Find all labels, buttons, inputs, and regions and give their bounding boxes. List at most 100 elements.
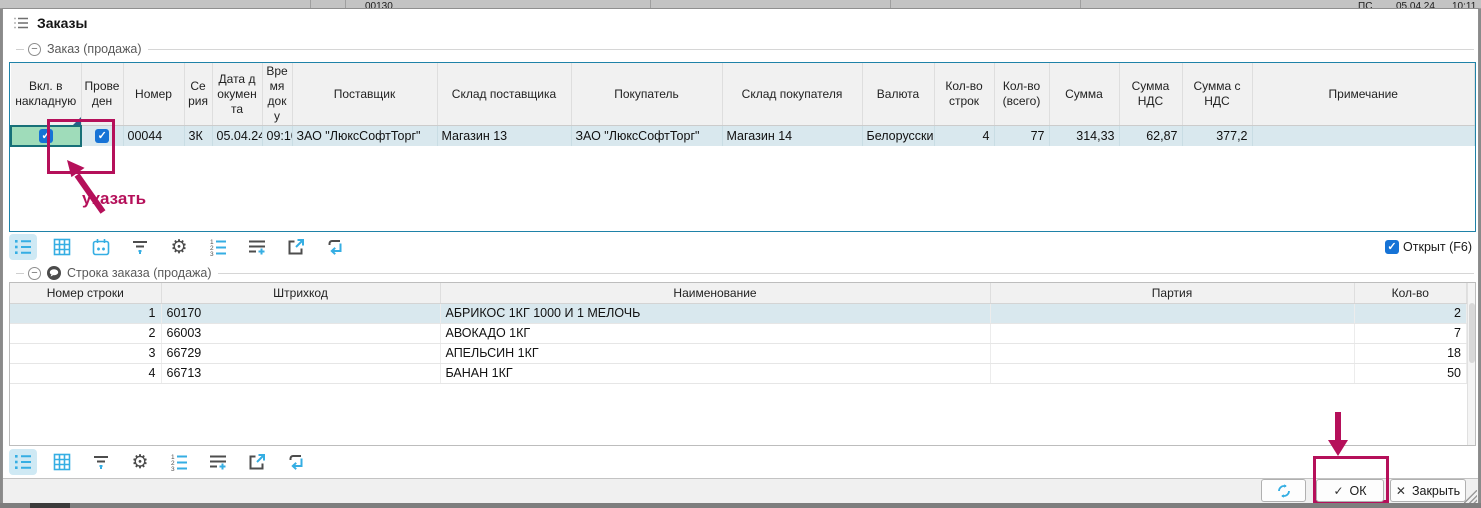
toolbar-button-filter[interactable]: [126, 234, 154, 260]
column-header-batch[interactable]: Партия: [990, 283, 1354, 303]
annotation-arrow-down-icon: [1325, 412, 1351, 458]
qty-cell[interactable]: 18: [1354, 343, 1467, 363]
order-supplier-store-cell[interactable]: Магазин 13: [437, 126, 571, 146]
open-f6-control[interactable]: ✓ Открыт (F6): [1385, 240, 1472, 254]
filter-icon: [91, 452, 111, 472]
column-header-name[interactable]: Наименование: [440, 283, 990, 303]
ok-button[interactable]: ✓ ОК: [1316, 479, 1384, 502]
name-cell[interactable]: АПЕЛЬСИН 1КГ: [440, 343, 990, 363]
order-note-cell[interactable]: [1252, 126, 1475, 146]
close-button[interactable]: ✕ Закрыть: [1390, 479, 1466, 502]
line-number-cell[interactable]: 2: [10, 323, 161, 343]
vertical-scrollbar[interactable]: [1467, 283, 1475, 445]
name-cell[interactable]: БАНАН 1КГ: [440, 363, 990, 383]
column-header-sum-vat[interactable]: Сумма НДС: [1119, 63, 1182, 126]
line-row[interactable]: 2 66003 АВОКАДО 1КГ 7: [10, 323, 1467, 343]
refresh-button[interactable]: [1261, 479, 1306, 502]
toolbar-button-grid-view[interactable]: [48, 449, 76, 475]
line-number-cell[interactable]: 4: [10, 363, 161, 383]
toolbar-button-numbered-list[interactable]: 123: [204, 234, 232, 260]
column-header-supplier-store[interactable]: Склад поставщика: [437, 63, 571, 126]
order-sum-cell[interactable]: 314,33: [1049, 126, 1119, 146]
toolbar-button-filter[interactable]: [87, 449, 115, 475]
order-group-label: Заказ (продажа): [47, 42, 142, 56]
line-number-cell[interactable]: 1: [10, 303, 161, 323]
toolbar-button-settings[interactable]: ⚙: [165, 234, 193, 260]
order-series-cell[interactable]: 3К: [184, 126, 212, 146]
background-bottom-strip: [0, 503, 1481, 508]
column-header-barcode[interactable]: Штрихкод: [161, 283, 440, 303]
column-header-posted[interactable]: Проведен: [81, 63, 123, 126]
column-header-lines-count[interactable]: Кол-во строк: [934, 63, 994, 126]
qty-cell[interactable]: 2: [1354, 303, 1467, 323]
order-supplier-cell[interactable]: ЗАО "ЛюксСофтТорг": [292, 126, 437, 146]
toolbar-button-add-line[interactable]: [243, 234, 271, 260]
open-external-icon: [247, 452, 267, 472]
order-sum-vat-cell[interactable]: 62,87: [1119, 126, 1182, 146]
toolbar-button-list-view[interactable]: [9, 234, 37, 260]
name-cell[interactable]: АБРИКОС 1КГ 1000 И 1 МЕЛОЧЬ: [440, 303, 990, 323]
column-header-qty-total[interactable]: Кол-во (всего): [994, 63, 1049, 126]
toolbar-button-add-line[interactable]: [204, 449, 232, 475]
column-header-sum-with-vat[interactable]: Сумма с НДС: [1182, 63, 1252, 126]
resize-grip[interactable]: [1464, 490, 1477, 503]
annotation-arrow-icon: [55, 158, 119, 218]
toolbar-button-reload[interactable]: [321, 234, 349, 260]
collapse-icon[interactable]: −: [28, 43, 41, 56]
order-buyer-cell[interactable]: ЗАО "ЛюксСофтТорг": [571, 126, 722, 146]
batch-cell[interactable]: [990, 343, 1354, 363]
line-row[interactable]: 4 66713 БАНАН 1КГ 50: [10, 363, 1467, 383]
barcode-cell[interactable]: 66729: [161, 343, 440, 363]
scrollbar-thumb[interactable]: [1469, 303, 1475, 363]
column-header-buyer[interactable]: Покупатель: [571, 63, 722, 126]
column-header-number[interactable]: Номер: [123, 63, 184, 126]
qty-cell[interactable]: 50: [1354, 363, 1467, 383]
order-qty-total-cell[interactable]: 77: [994, 126, 1049, 146]
toolbar-button-open-external[interactable]: [282, 234, 310, 260]
barcode-cell[interactable]: 66713: [161, 363, 440, 383]
batch-cell[interactable]: [990, 303, 1354, 323]
numbered-list-icon: 123: [169, 452, 189, 472]
toolbar-button-reload[interactable]: [282, 449, 310, 475]
order-time-cell[interactable]: 09:10: [262, 126, 292, 146]
barcode-cell[interactable]: 60170: [161, 303, 440, 323]
open-f6-checkbox[interactable]: ✓: [1385, 240, 1399, 254]
column-header-line-number[interactable]: Номер строки: [10, 283, 161, 303]
order-row[interactable]: ✓ ✓ 00044 3К 05.04.24 09:10 ЗАО "ЛюксСоф…: [11, 126, 1475, 146]
column-header-doc-date[interactable]: Дата документа: [212, 63, 262, 126]
name-cell[interactable]: АВОКАДО 1КГ: [440, 323, 990, 343]
toolbar-button-settings[interactable]: ⚙: [126, 449, 154, 475]
column-header-note[interactable]: Примечание: [1252, 63, 1475, 126]
line-row[interactable]: 3 66729 АПЕЛЬСИН 1КГ 18: [10, 343, 1467, 363]
line-number-cell[interactable]: 3: [10, 343, 161, 363]
column-header-series[interactable]: Серия: [184, 63, 212, 126]
qty-cell[interactable]: 7: [1354, 323, 1467, 343]
batch-cell[interactable]: [990, 363, 1354, 383]
batch-cell[interactable]: [990, 323, 1354, 343]
column-header-buyer-store[interactable]: Склад покупателя: [722, 63, 862, 126]
barcode-cell[interactable]: 66003: [161, 323, 440, 343]
column-header-doc-time[interactable]: Время доку: [262, 63, 292, 126]
toolbar-button-list-view[interactable]: [9, 449, 37, 475]
column-header-currency[interactable]: Валюта: [862, 63, 934, 126]
chat-bubble-icon: [47, 266, 61, 280]
order-number-cell[interactable]: 00044: [123, 126, 184, 146]
toolbar-button-open-external[interactable]: [243, 449, 271, 475]
toolbar-button-grid-view[interactable]: [48, 234, 76, 260]
collapse-icon[interactable]: −: [28, 267, 41, 280]
order-currency-cell[interactable]: Белорусский: [862, 126, 934, 146]
column-header-sum[interactable]: Сумма: [1049, 63, 1119, 126]
column-header-supplier[interactable]: Поставщик: [292, 63, 437, 126]
line-row[interactable]: 1 60170 АБРИКОС 1КГ 1000 И 1 МЕЛОЧЬ 2: [10, 303, 1467, 323]
column-header-qty[interactable]: Кол-во: [1354, 283, 1467, 303]
gear-icon: ⚙: [170, 237, 187, 257]
column-header-included[interactable]: Вкл. в накладную: [11, 63, 81, 126]
lines-table-header-row: Номер строки Штрихкод Наименование Парти…: [10, 283, 1467, 303]
lines-table: Номер строки Штрихкод Наименование Парти…: [9, 282, 1476, 446]
order-sum-with-vat-cell[interactable]: 377,2: [1182, 126, 1252, 146]
order-date-cell[interactable]: 05.04.24: [212, 126, 262, 146]
order-lines-count-cell[interactable]: 4: [934, 126, 994, 146]
toolbar-button-calendar-view[interactable]: [87, 234, 115, 260]
toolbar-button-numbered-list[interactable]: 123: [165, 449, 193, 475]
order-buyer-store-cell[interactable]: Магазин 14: [722, 126, 862, 146]
